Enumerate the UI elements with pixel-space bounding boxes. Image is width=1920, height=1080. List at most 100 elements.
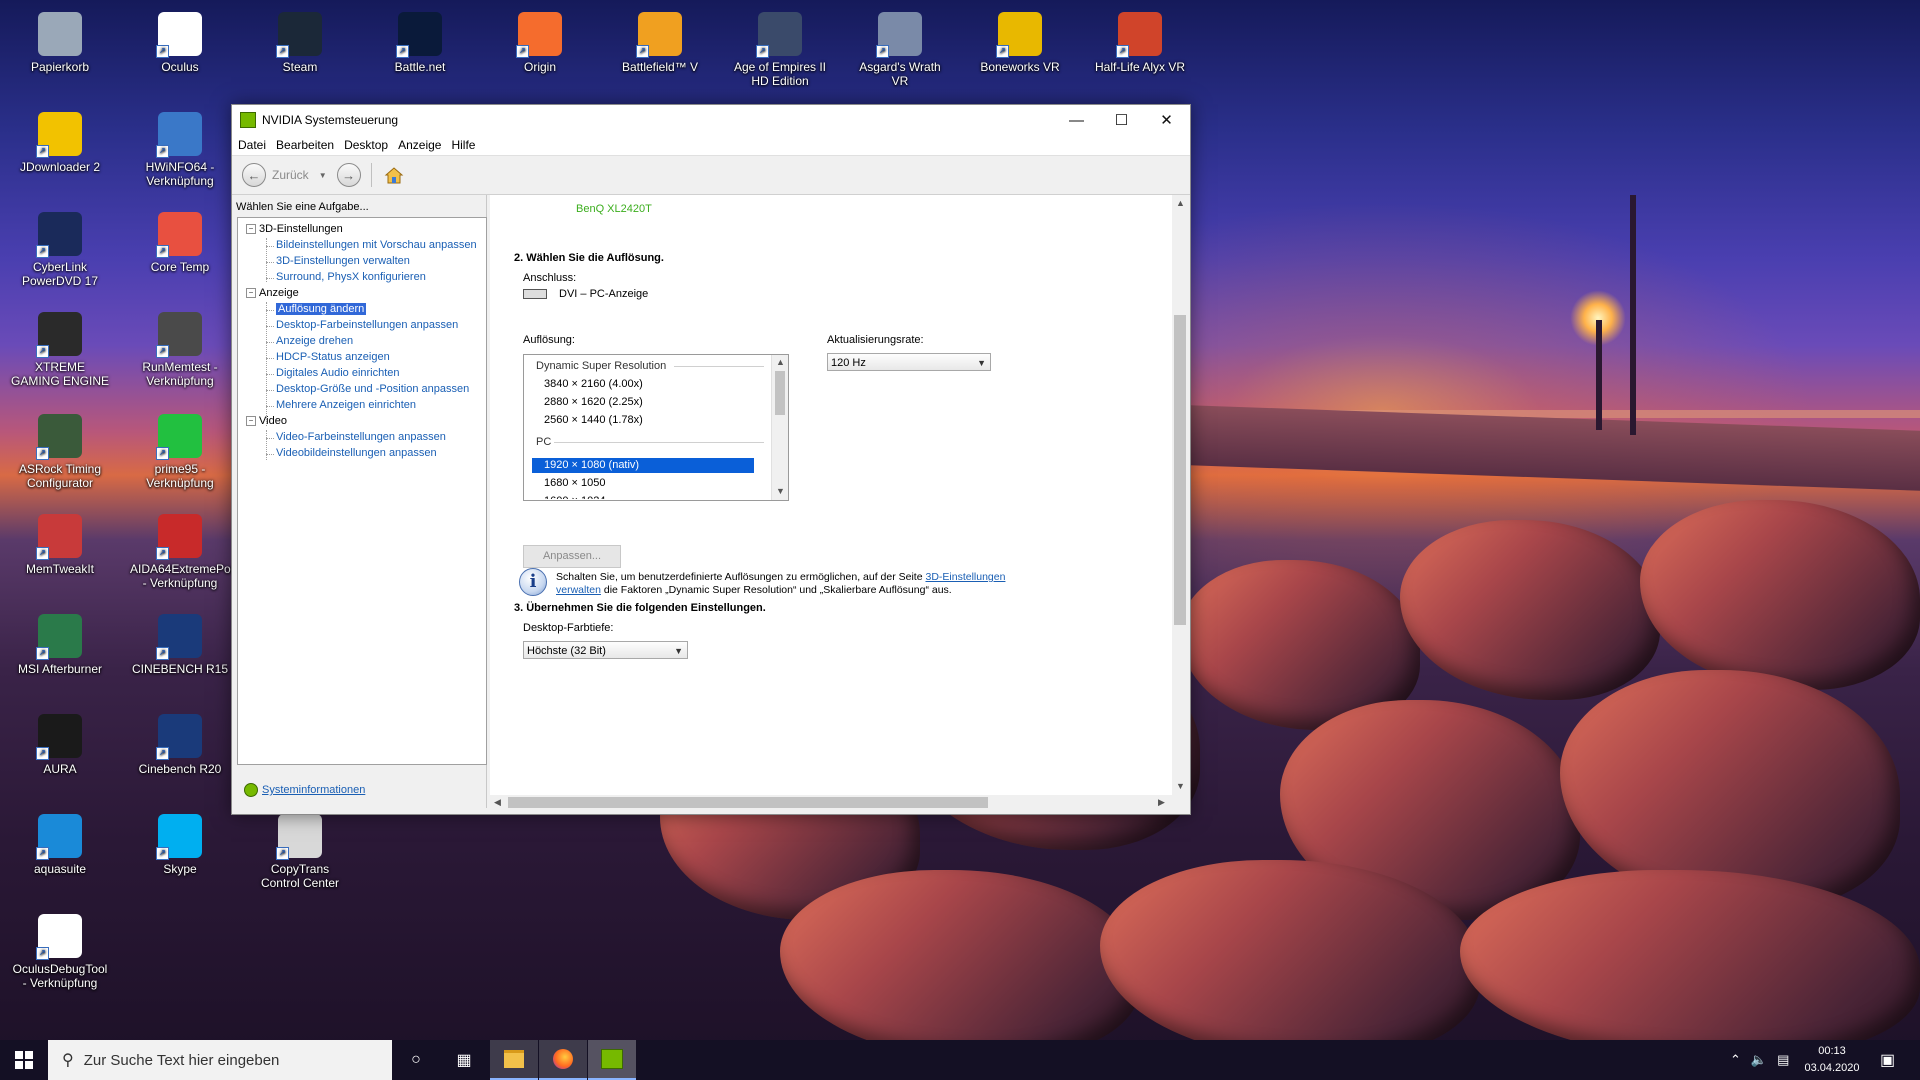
scroll-down-icon[interactable]: ▼: [776, 486, 785, 496]
desktop-icon[interactable]: ↗ MSI Afterburner: [10, 608, 110, 676]
menu-desktop[interactable]: Desktop: [342, 138, 396, 152]
scroll-up-icon[interactable]: ▲: [1176, 198, 1185, 208]
desktop-icon[interactable]: ↗ XTREME GAMING ENGINE: [10, 306, 110, 388]
close-button[interactable]: ✕: [1144, 105, 1189, 135]
tree-item[interactable]: Mehrere Anzeigen einrichten: [276, 399, 416, 411]
desktop-icon[interactable]: ↗ aquasuite: [10, 808, 110, 876]
collapse-icon[interactable]: −: [246, 224, 256, 235]
connection-row: DVI – PC-Anzeige: [523, 288, 648, 300]
color-depth-select[interactable]: Höchste (32 Bit) ▼: [523, 641, 688, 659]
desktop-icon[interactable]: ↗ Half-Life Alyx VR: [1090, 6, 1190, 74]
scroll-down-icon[interactable]: ▼: [1176, 781, 1185, 791]
tree-item[interactable]: Surround, PhysX konfigurieren: [276, 271, 426, 283]
cortana-button[interactable]: ○: [392, 1040, 440, 1080]
desktop-icon-label: Steam: [282, 60, 318, 74]
clock[interactable]: 00:13 03.04.2020: [1796, 1043, 1868, 1077]
desktop-icon[interactable]: ↗ Steam: [250, 6, 350, 74]
desktop-icon[interactable]: ↗ Battlefield™ V: [610, 6, 710, 74]
tree-item[interactable]: Bildeinstellungen mit Vorschau anpassen: [276, 239, 477, 251]
tree-item[interactable]: Desktop-Farbeinstellungen anpassen: [276, 319, 458, 331]
desktop-icon[interactable]: ↗ Core Temp: [130, 206, 230, 274]
tree-item[interactable]: Anzeige drehen: [276, 335, 353, 347]
back-button[interactable]: ←: [242, 163, 266, 187]
desktop-icon[interactable]: ↗ OculusDebugTool - Verknüpfung: [10, 908, 110, 990]
home-button[interactable]: [382, 163, 406, 187]
chevron-up-icon[interactable]: ⌃: [1730, 1052, 1741, 1068]
resolution-item-selected[interactable]: 1920 × 1080 (nativ): [544, 459, 639, 471]
system-info-link[interactable]: Systeminformationen: [244, 783, 365, 797]
desktop-icon[interactable]: ↗ CINEBENCH R15: [130, 608, 230, 676]
content-vertical-scrollbar[interactable]: ▲ ▼: [1172, 195, 1188, 795]
tree-item[interactable]: HDCP-Status anzeigen: [276, 351, 390, 363]
desktop-icon[interactable]: ↗ Battle.net: [370, 6, 470, 74]
tree-item[interactable]: 3D-Einstellungen verwalten: [276, 255, 410, 267]
desktop-icon[interactable]: ↗ Boneworks VR: [970, 6, 1070, 74]
tree-item[interactable]: Desktop-Größe und -Position anpassen: [276, 383, 469, 395]
network-icon[interactable]: ▤: [1777, 1052, 1789, 1068]
menu-datei[interactable]: Datei: [236, 138, 274, 152]
content-horizontal-scrollbar[interactable]: ◀ ▶: [490, 795, 1172, 810]
desktop-icon[interactable]: ↗ AIDA64ExtremePor... - Verknüpfung: [130, 508, 244, 590]
desktop-icon[interactable]: ↗ JDownloader 2: [10, 106, 110, 174]
scroll-up-icon[interactable]: ▲: [776, 357, 785, 367]
refresh-rate-select[interactable]: 120 Hz ▼: [827, 353, 991, 371]
shortcut-arrow-icon: ↗: [156, 647, 169, 660]
tree-item[interactable]: Video-Farbeinstellungen anpassen: [276, 431, 446, 443]
history-dropdown-icon[interactable]: ▼: [319, 171, 327, 180]
tree-item[interactable]: Digitales Audio einrichten: [276, 367, 400, 379]
scroll-right-icon[interactable]: ▶: [1158, 797, 1165, 808]
listbox-scroll-thumb[interactable]: [775, 371, 785, 415]
maximize-button[interactable]: ☐: [1099, 105, 1144, 135]
tree-category[interactable]: − Anzeige: [246, 287, 299, 299]
desktop-icon[interactable]: ↗ HWiNFO64 - Verknüpfung: [130, 106, 230, 188]
monitor-name[interactable]: BenQ XL2420T: [576, 203, 652, 215]
desktop-icon[interactable]: ↗ prime95 - Verknüpfung: [130, 408, 230, 490]
menu-hilfe[interactable]: Hilfe: [449, 138, 483, 152]
resolution-item[interactable]: 1600 × 1024: [544, 495, 605, 499]
scroll-left-icon[interactable]: ◀: [494, 797, 501, 808]
desktop-icon[interactable]: ↗ Origin: [490, 6, 590, 74]
shortcut-arrow-icon: ↗: [1116, 45, 1129, 58]
desktop-icon[interactable]: ↗ ASRock Timing Configurator: [10, 408, 110, 490]
color-depth-value: Höchste (32 Bit): [527, 645, 606, 657]
forward-button[interactable]: →: [336, 163, 361, 187]
desktop-icon[interactable]: Papierkorb: [10, 6, 110, 74]
desktop-icon[interactable]: ↗ Oculus: [130, 6, 230, 74]
menu-bearbeiten[interactable]: Bearbeiten: [274, 138, 342, 152]
back-label[interactable]: Zurück: [272, 168, 309, 182]
resolution-item[interactable]: 1680 × 1050: [544, 477, 605, 489]
start-button[interactable]: [0, 1040, 48, 1080]
desktop-icon[interactable]: ↗ CyberLink PowerDVD 17: [10, 206, 110, 288]
taskbar-firefox[interactable]: [539, 1040, 587, 1080]
taskbar-file-explorer[interactable]: [490, 1040, 538, 1080]
title-bar[interactable]: NVIDIA Systemsteuerung — ☐ ✕: [232, 105, 1190, 135]
tree-item[interactable]: Videobildeinstellungen anpassen: [276, 447, 437, 459]
resolution-listbox[interactable]: Dynamic Super Resolution 3840 × 2160 (4.…: [523, 354, 789, 501]
desktop-icon[interactable]: ↗ Asgard's Wrath VR: [850, 6, 950, 88]
desktop-icon[interactable]: ↗ CopyTrans Control Center: [250, 808, 350, 890]
desktop-icon[interactable]: ↗ MemTweakIt: [10, 508, 110, 576]
horizontal-scroll-thumb[interactable]: [508, 797, 988, 808]
resolution-item[interactable]: 3840 × 2160 (4.00x): [544, 378, 643, 390]
desktop-icon[interactable]: ↗ Cinebench R20: [130, 708, 230, 776]
taskbar-nvidia[interactable]: [588, 1040, 636, 1080]
collapse-icon[interactable]: −: [246, 288, 256, 299]
desktop-icon[interactable]: ↗ RunMemtest - Verknüpfung: [130, 306, 230, 388]
menu-anzeige[interactable]: Anzeige: [396, 138, 449, 152]
tree-item[interactable]: Auflösung ändern: [276, 303, 367, 315]
collapse-icon[interactable]: −: [246, 416, 256, 427]
customize-button[interactable]: Anpassen...: [523, 545, 621, 568]
resolution-item[interactable]: 2560 × 1440 (1.78x): [544, 414, 643, 426]
desktop-icon[interactable]: ↗ Skype: [130, 808, 230, 876]
minimize-button[interactable]: —: [1054, 105, 1099, 135]
desktop-icon[interactable]: ↗ AURA: [10, 708, 110, 776]
volume-icon[interactable]: 🔈: [1751, 1052, 1767, 1068]
tree-category[interactable]: −3D-Einstellungen: [246, 223, 343, 235]
taskbar-search[interactable]: ⚲ Zur Suche Text hier eingeben: [48, 1040, 392, 1080]
task-view-button[interactable]: ▦: [440, 1040, 488, 1080]
notifications-button[interactable]: ▣: [1880, 1040, 1895, 1080]
listbox-scrollbar[interactable]: ▲ ▼: [771, 355, 788, 500]
vertical-scroll-thumb[interactable]: [1174, 315, 1186, 625]
resolution-item[interactable]: 2880 × 1620 (2.25x): [544, 396, 643, 408]
desktop-icon[interactable]: ↗ Age of Empires II HD Edition: [730, 6, 830, 88]
